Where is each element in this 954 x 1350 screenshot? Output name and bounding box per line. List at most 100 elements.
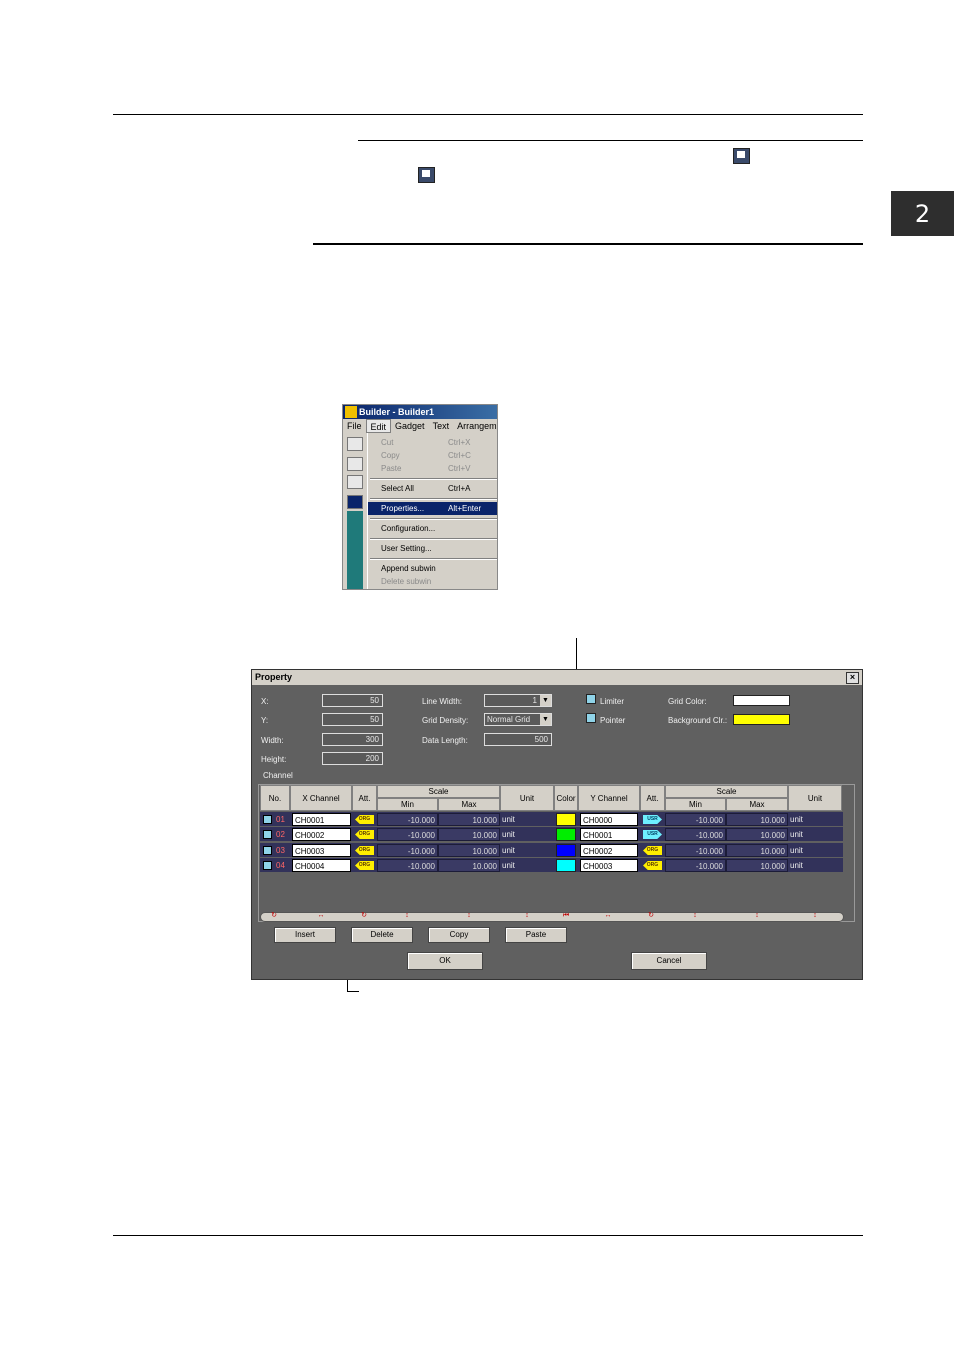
- menu-item-paste[interactable]: Paste Ctrl+V: [368, 462, 497, 475]
- y-max-field[interactable]: 10.000: [726, 844, 788, 857]
- y-unit-field[interactable]: unit: [788, 813, 842, 826]
- cancel-button[interactable]: Cancel: [631, 952, 707, 970]
- menu-item-append-subwin[interactable]: Append subwin: [368, 562, 497, 575]
- menu-item-cut[interactable]: Cut Ctrl+X: [368, 436, 497, 449]
- y-max-field[interactable]: 10.000: [726, 859, 788, 872]
- y-channel-field[interactable]: CH0002: [580, 844, 638, 857]
- y-max-field[interactable]: 10.000: [726, 828, 788, 841]
- data-length-field[interactable]: 500: [484, 733, 552, 746]
- line-tool-icon[interactable]: [347, 475, 363, 489]
- y-unit-field[interactable]: unit: [788, 828, 842, 841]
- header-y-channel: Y Channel: [578, 785, 640, 811]
- width-label: Width:: [261, 736, 284, 745]
- width-field[interactable]: 300: [322, 733, 383, 746]
- x-max-field[interactable]: 10.000: [438, 828, 500, 841]
- pointer-checkbox[interactable]: [586, 713, 596, 723]
- menu-item-delete-subwin[interactable]: Delete subwin: [368, 575, 497, 588]
- x-max-field[interactable]: 10.000: [438, 813, 500, 826]
- line-width-select[interactable]: 1 ▼: [484, 694, 552, 707]
- series-color-swatch[interactable]: [556, 828, 576, 841]
- new-icon[interactable]: [347, 437, 363, 451]
- x-channel-field[interactable]: CH0004: [292, 859, 351, 872]
- delete-button[interactable]: Delete: [351, 927, 413, 943]
- sort-icon[interactable]: ↻: [357, 911, 371, 921]
- close-icon[interactable]: ×: [846, 672, 859, 684]
- menu-arrangement[interactable]: Arrangemen: [453, 419, 497, 433]
- y-min-field[interactable]: -10.000: [665, 859, 726, 872]
- x-channel-field[interactable]: CH0003: [292, 844, 351, 857]
- sort-icon[interactable]: ↕: [462, 911, 476, 921]
- x-unit-field[interactable]: unit: [500, 828, 554, 841]
- series-color-swatch[interactable]: [556, 859, 576, 872]
- sort-icon[interactable]: ↕: [688, 911, 702, 921]
- chevron-down-icon[interactable]: ▼: [540, 714, 551, 725]
- x-max-field[interactable]: 10.000: [438, 859, 500, 872]
- menu-edit[interactable]: Edit: [365, 419, 392, 433]
- x-unit-field[interactable]: unit: [500, 844, 554, 857]
- y-min-field[interactable]: -10.000: [665, 844, 726, 857]
- x-channel-field[interactable]: CH0001: [292, 813, 351, 826]
- pointer-label: Pointer: [600, 716, 626, 725]
- sort-icon[interactable]: ↻: [644, 911, 658, 921]
- y-unit-field[interactable]: unit: [788, 844, 842, 857]
- grid-color-label: Grid Color:: [668, 697, 707, 706]
- y-min-field[interactable]: -10.000: [665, 813, 726, 826]
- ok-button[interactable]: OK: [407, 952, 483, 970]
- row-number: 01: [276, 815, 285, 824]
- x-unit-field[interactable]: unit: [500, 813, 554, 826]
- sort-icon[interactable]: ↕: [520, 911, 534, 921]
- y-channel-field[interactable]: CH0000: [580, 813, 638, 826]
- sort-icon[interactable]: ↕: [808, 911, 822, 921]
- chevron-down-icon[interactable]: ▼: [540, 695, 551, 706]
- y-channel-field[interactable]: CH0001: [580, 828, 638, 841]
- menubar: File Edit Gadget Text Arrangemen: [343, 419, 497, 433]
- background-color-swatch[interactable]: [733, 714, 790, 725]
- canvas-preview: [347, 511, 363, 589]
- series-color-swatch[interactable]: [556, 813, 576, 826]
- copy-button[interactable]: Copy: [428, 927, 490, 943]
- menu-text[interactable]: Text: [429, 419, 454, 433]
- x-min-field[interactable]: -10.000: [377, 844, 438, 857]
- window-icon[interactable]: [347, 495, 363, 509]
- menu-item-properties[interactable]: Properties... Alt+Enter: [368, 502, 497, 515]
- sort-icon[interactable]: ↻: [267, 911, 281, 921]
- series-color-swatch[interactable]: [556, 844, 576, 857]
- sort-icon[interactable]: ⏮: [559, 911, 573, 921]
- y-max-field[interactable]: 10.000: [726, 813, 788, 826]
- sort-icon[interactable]: ↔: [601, 911, 615, 921]
- menu-item-copy[interactable]: Copy Ctrl+C: [368, 449, 497, 462]
- height-field[interactable]: 200: [322, 752, 383, 765]
- grid-color-swatch[interactable]: [733, 695, 790, 706]
- paste-button[interactable]: Paste: [505, 927, 567, 943]
- menu-item-select-all[interactable]: Select All Ctrl+A: [368, 482, 497, 495]
- x-min-field[interactable]: -10.000: [377, 828, 438, 841]
- y-unit-field[interactable]: unit: [788, 859, 842, 872]
- y-field[interactable]: 50: [322, 713, 383, 726]
- sort-icon[interactable]: ↕: [750, 911, 764, 921]
- x-channel-field[interactable]: CH0002: [292, 828, 351, 841]
- grid-density-select[interactable]: Normal Grid ▼: [484, 713, 552, 726]
- x-max-field[interactable]: 10.000: [438, 844, 500, 857]
- x-field[interactable]: 50: [322, 694, 383, 707]
- header-y-scale: Scale: [665, 785, 788, 798]
- chapter-number: 2: [914, 199, 931, 228]
- dialog-title-bar: Property ×: [252, 670, 862, 685]
- limiter-checkbox[interactable]: [586, 694, 596, 704]
- insert-button[interactable]: Insert: [274, 927, 336, 943]
- menu-file[interactable]: File: [343, 419, 366, 433]
- x-min-field[interactable]: -10.000: [377, 813, 438, 826]
- sort-icon[interactable]: ↕: [400, 911, 414, 921]
- grid-density-value: Normal Grid: [487, 715, 531, 724]
- menu-gadget[interactable]: Gadget: [391, 419, 429, 433]
- x-label: X:: [261, 697, 269, 706]
- x-min-field[interactable]: -10.000: [377, 859, 438, 872]
- menu-item-user-setting[interactable]: User Setting...: [368, 542, 497, 555]
- y-min-field[interactable]: -10.000: [665, 828, 726, 841]
- limiter-label: Limiter: [600, 697, 625, 706]
- y-channel-field[interactable]: CH0003: [580, 859, 638, 872]
- line-width-value: 1: [532, 696, 537, 705]
- x-unit-field[interactable]: unit: [500, 859, 554, 872]
- menu-item-configuration[interactable]: Configuration...: [368, 522, 497, 535]
- pointer-tool-icon[interactable]: [347, 457, 363, 471]
- sort-icon[interactable]: ↔: [314, 911, 328, 921]
